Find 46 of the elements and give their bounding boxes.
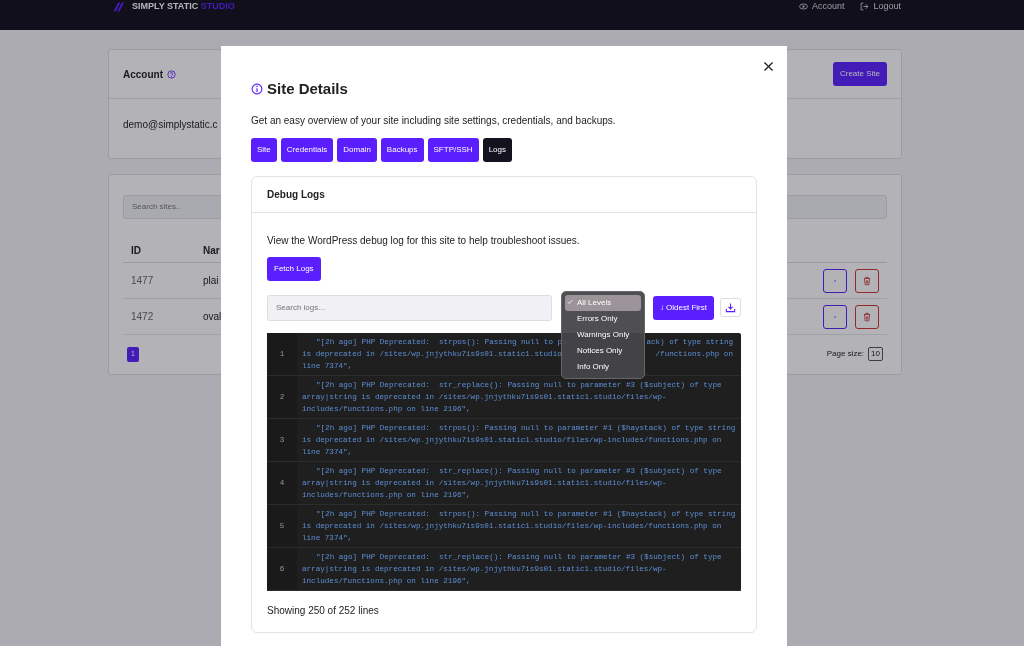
tab[interactable]: Logs [482, 137, 512, 162]
info-icon [251, 83, 263, 96]
table-cell-text: 1472 [131, 310, 155, 324]
column-header: Nar [203, 244, 220, 258]
action-button[interactable] [823, 268, 847, 293]
delete-button[interactable] [855, 304, 879, 329]
trash-icon [862, 275, 872, 286]
help-icon [167, 69, 176, 79]
check-icon [567, 298, 573, 305]
close-icon [762, 60, 775, 73]
brand-name[interactable]: SIMPLY STATIC STUDIO [132, 0, 235, 14]
nav-link[interactable]: Logout [860, 0, 901, 14]
menu-item[interactable]: Warnings Only [565, 326, 641, 343]
logs-description: View the WordPress debug log for this site to help troubleshoot issues. [267, 233, 581, 248]
tab[interactable]: Credentials [280, 137, 334, 162]
trash-icon [862, 311, 872, 322]
logout-icon [860, 2, 870, 12]
card-title: Debug Logs [252, 176, 756, 213]
search-field[interactable]: Search logs... [267, 294, 553, 321]
download-button[interactable] [720, 298, 741, 317]
account-email: demo@simplystatic.c [123, 119, 218, 130]
menu-item[interactable]: Errors Only [565, 310, 641, 327]
card-title: Account [123, 67, 163, 82]
tab[interactable]: Domain [337, 137, 377, 162]
log-count: Showing 250 of 252 lines [267, 603, 380, 618]
eye-icon [798, 2, 808, 12]
create-site-button[interactable]: Create Site [832, 62, 887, 86]
modal-title: Site Details [267, 79, 348, 99]
page-size-label: Page size: [826, 348, 865, 361]
table-cell-text: oval [203, 310, 222, 324]
tab[interactable]: Site [251, 137, 277, 162]
delete-button[interactable] [855, 268, 879, 293]
tab[interactable]: SFTP/SSH [427, 137, 479, 162]
modal-description: Get an easy overview of your site including site settings, credentials, and backups. [251, 113, 617, 128]
menu-item[interactable]: Info Only [565, 358, 641, 375]
column-header: ID [131, 244, 142, 258]
menu-item[interactable]: Notices Only [565, 342, 641, 359]
table-cell-text: 1477 [131, 274, 155, 288]
download-icon [725, 302, 736, 313]
table-cell-text: plai [203, 274, 219, 288]
fetch-logs-button[interactable]: Fetch Logs [267, 256, 321, 281]
action-button[interactable] [823, 304, 847, 329]
tab[interactable]: Backups [380, 137, 424, 162]
page-size-select[interactable]: 10 [868, 347, 883, 362]
nav-link[interactable]: Account [798, 0, 845, 14]
sort-button[interactable]: ↓ Oldest First [652, 295, 714, 320]
